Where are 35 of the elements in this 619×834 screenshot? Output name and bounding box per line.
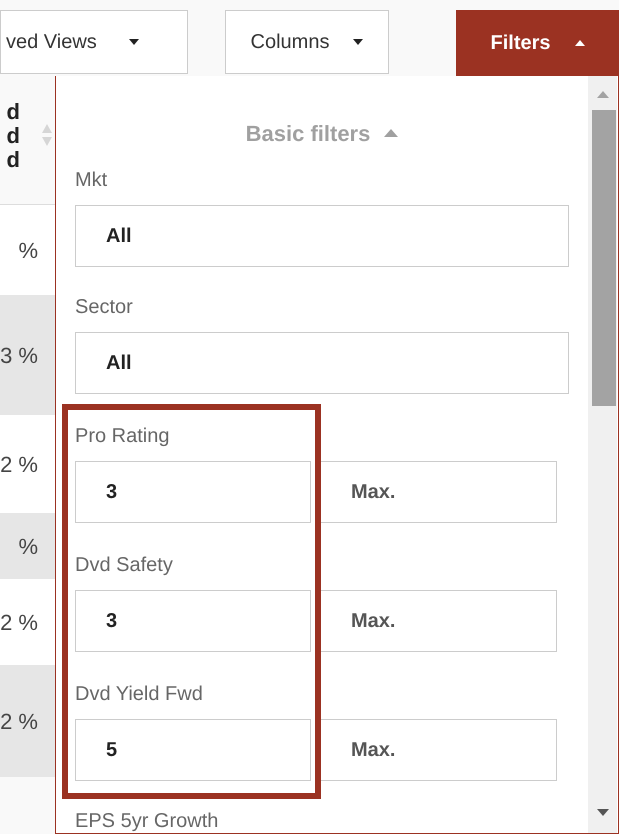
scroll-up-icon[interactable] [597, 91, 609, 98]
table-cell-text: 2 % [0, 450, 38, 478]
field-label: Pro Rating [75, 424, 170, 448]
field-label: Dvd Yield Fwd [75, 682, 203, 706]
sort-icon[interactable] [42, 124, 52, 146]
scrollbar[interactable] [588, 76, 617, 833]
column-header: d [6, 124, 20, 148]
select-field[interactable]: All [75, 332, 569, 394]
field-label: Sector [75, 295, 133, 319]
scroll-down-icon[interactable] [597, 809, 609, 816]
select-field[interactable]: All [75, 205, 569, 267]
caret-icon [574, 40, 585, 46]
max-input[interactable]: Max. [320, 719, 557, 781]
column-header: d [6, 100, 20, 124]
min-input[interactable]: 3 [75, 590, 311, 652]
table-cell-text: 2 % [0, 608, 38, 636]
min-input[interactable]: 5 [75, 719, 311, 781]
toolbar-button[interactable]: ved Views [0, 10, 188, 74]
table-cell-text: 3 % [0, 342, 38, 370]
max-input[interactable]: Max. [320, 590, 557, 652]
scroll-thumb[interactable] [592, 110, 616, 406]
table-cell-text: % [18, 236, 38, 264]
table-cell-text: 2 % [0, 708, 38, 736]
max-input[interactable]: Max. [320, 461, 557, 523]
field-label: Mkt [75, 168, 108, 192]
caret-icon [128, 39, 139, 45]
toolbar-button[interactable]: Filters [456, 10, 619, 76]
min-input[interactable]: 3 [75, 461, 311, 523]
column-header: d [6, 148, 20, 172]
toolbar-button[interactable]: Columns [225, 10, 389, 74]
caret-icon [384, 129, 398, 137]
field-label: EPS 5yr Growth [75, 809, 218, 833]
caret-icon [353, 39, 364, 45]
table-cell-text: % [18, 532, 38, 560]
field-label: Dvd Safety [75, 553, 173, 577]
